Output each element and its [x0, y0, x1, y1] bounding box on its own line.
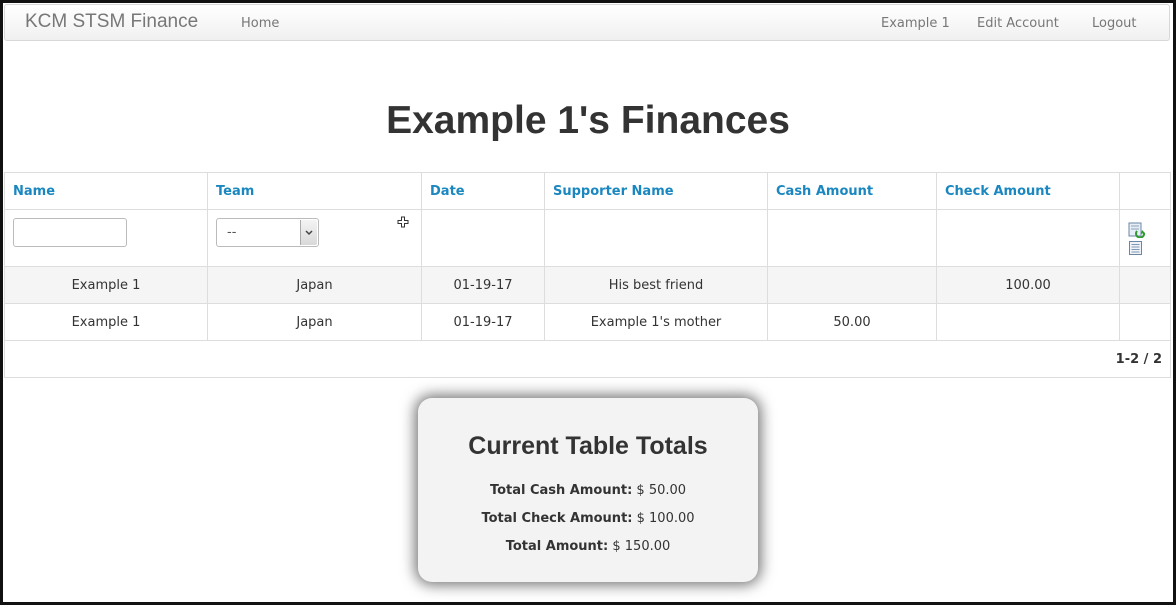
filter-cell-team: --	[207, 209, 422, 267]
column-header-team[interactable]: Team	[207, 172, 422, 210]
cell-team: Japan	[207, 266, 422, 304]
filter-cell-name	[4, 209, 208, 267]
cell-cash: 50.00	[767, 303, 937, 341]
cell-name: Example 1	[4, 303, 208, 341]
select-arrow	[300, 220, 317, 245]
report-icon[interactable]	[1128, 240, 1144, 256]
total-cash-value: $ 50.00	[636, 483, 687, 498]
brand-link[interactable]: KCM STSM Finance	[25, 11, 198, 33]
nav-home-link[interactable]: Home	[241, 16, 279, 31]
filter-row: --	[4, 209, 1171, 267]
table-row[interactable]: Example 1 Japan 01-19-17 His best friend…	[4, 266, 1171, 304]
total-cash-line: Total Cash Amount: $ 50.00	[418, 483, 758, 498]
filter-cell-cash	[767, 209, 937, 267]
chevron-down-icon	[305, 230, 313, 236]
nav-user-link[interactable]: Example 1	[881, 16, 950, 31]
filter-cell-supporter	[544, 209, 768, 267]
finances-table: Name Team Date Supporter Name Cash Amoun…	[4, 172, 1171, 378]
column-header-date[interactable]: Date	[421, 172, 545, 210]
filter-cell-check	[936, 209, 1120, 267]
refresh-icon[interactable]	[1128, 222, 1146, 238]
column-header-name[interactable]: Name	[4, 172, 208, 210]
totals-card: Current Table Totals Total Cash Amount: …	[418, 398, 758, 582]
cell-supporter: His best friend	[544, 266, 768, 304]
move-icon[interactable]	[397, 216, 409, 228]
cell-date: 01-19-17	[421, 303, 545, 341]
cell-date: 01-19-17	[421, 266, 545, 304]
column-header-cash[interactable]: Cash Amount	[767, 172, 937, 210]
cell-team: Japan	[207, 303, 422, 341]
cell-supporter: Example 1's mother	[544, 303, 768, 341]
total-check-label: Total Check Amount:	[481, 511, 633, 526]
navbar: KCM STSM Finance Home Example 1 Edit Acc…	[4, 4, 1170, 41]
cell-cash	[767, 266, 937, 304]
totals-title: Current Table Totals	[468, 432, 708, 460]
filter-cell-date	[421, 209, 545, 267]
cell-actions	[1119, 266, 1171, 304]
nav-edit-account-link[interactable]: Edit Account	[977, 16, 1059, 31]
total-check-line: Total Check Amount: $ 100.00	[418, 511, 758, 526]
team-filter-select[interactable]: --	[216, 218, 319, 247]
name-filter-input[interactable]	[13, 218, 127, 247]
pagination-row: 1-2 / 2	[4, 340, 1171, 378]
column-header-supporter[interactable]: Supporter Name	[544, 172, 768, 210]
column-header-actions	[1119, 172, 1171, 210]
app-window: KCM STSM Finance Home Example 1 Edit Acc…	[0, 0, 1176, 605]
action-icons	[1128, 222, 1146, 256]
team-filter-value: --	[227, 225, 237, 240]
cell-check: 100.00	[936, 266, 1120, 304]
table-row[interactable]: Example 1 Japan 01-19-17 Example 1's mot…	[4, 303, 1171, 341]
header-row: Name Team Date Supporter Name Cash Amoun…	[4, 172, 1171, 210]
total-cash-label: Total Cash Amount:	[489, 483, 633, 498]
total-amount-line: Total Amount: $ 150.00	[418, 539, 758, 554]
cell-check	[936, 303, 1120, 341]
total-amount-label: Total Amount:	[505, 539, 609, 554]
nav-logout-link[interactable]: Logout	[1092, 16, 1137, 31]
pagination-info: 1-2 / 2	[4, 340, 1171, 378]
total-check-value: $ 100.00	[636, 511, 695, 526]
total-amount-value: $ 150.00	[612, 539, 671, 554]
cell-name: Example 1	[4, 266, 208, 304]
page-title: Example 1's Finances	[386, 99, 790, 142]
column-header-check[interactable]: Check Amount	[936, 172, 1120, 210]
cell-actions	[1119, 303, 1171, 341]
filter-cell-actions	[1119, 209, 1171, 267]
